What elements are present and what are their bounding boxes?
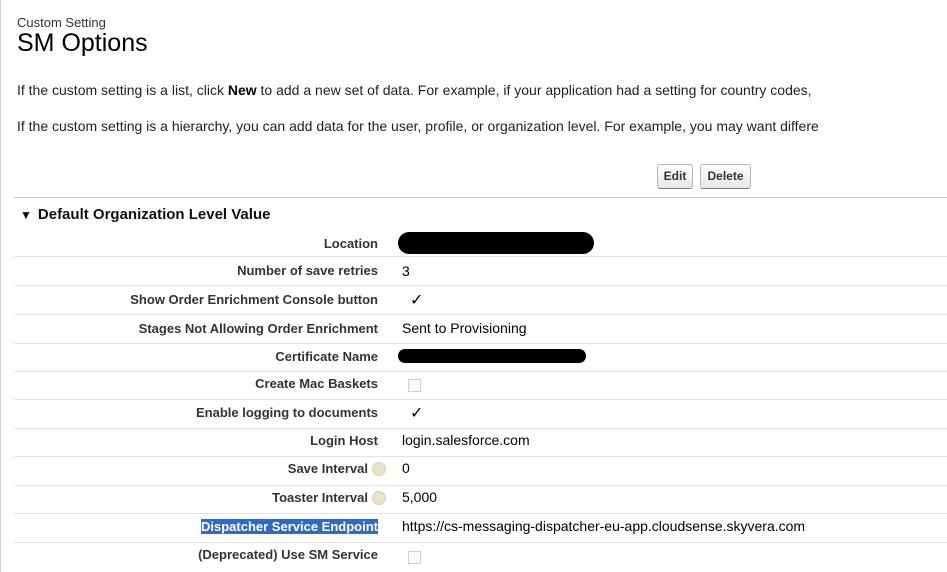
list-help-text: If the custom setting is a list, click N… bbox=[17, 82, 812, 98]
detail-row-certificate: Certificate Name bbox=[14, 344, 947, 372]
detail-row-toaster-interval: Toaster Interval 5,000 bbox=[14, 486, 947, 514]
certificate-label: Certificate Name bbox=[275, 349, 378, 364]
stages-label: Stages Not Allowing Order Enrichment bbox=[138, 321, 378, 336]
edit-button[interactable]: Edit bbox=[657, 164, 693, 189]
detail-row-logging: Enable logging to documents ✓ bbox=[14, 400, 947, 429]
detail-row-location: Location bbox=[14, 229, 947, 257]
detail-row-mac-baskets: Create Mac Baskets bbox=[14, 372, 947, 400]
logging-label: Enable logging to documents bbox=[196, 405, 378, 420]
stages-value: Sent to Provisioning bbox=[402, 320, 527, 336]
detail-row-show-console: Show Order Enrichment Console button ✓ bbox=[14, 286, 947, 315]
dispatcher-label: Dispatcher Service Endpoint bbox=[201, 519, 378, 534]
mac-baskets-label: Create Mac Baskets bbox=[255, 376, 378, 391]
save-retries-label: Number of save retries bbox=[237, 263, 378, 278]
save-interval-label-group: Save Interval bbox=[288, 461, 386, 476]
dispatcher-value: https://cs-messaging-dispatcher-eu-app.c… bbox=[402, 518, 806, 534]
detail-row-save-interval: Save Interval 0 bbox=[14, 457, 947, 486]
toaster-interval-label: Toaster Interval bbox=[272, 490, 368, 505]
detail-row-use-sm-service: (Deprecated) Use SM Service bbox=[14, 543, 947, 572]
detail-row-login-host: Login Host login.salesforce.com bbox=[14, 429, 947, 457]
collapse-triangle-icon[interactable]: ▼ bbox=[20, 208, 32, 222]
page-subtitle: Custom Setting bbox=[17, 15, 106, 30]
section-title: Default Organization Level Value bbox=[37, 206, 271, 223]
detail-row-dispatcher: Dispatcher Service Endpoint https://cs-m… bbox=[14, 514, 947, 543]
location-label: Location bbox=[323, 236, 378, 251]
save-retries-value: 3 bbox=[402, 263, 410, 279]
delete-button[interactable]: Delete bbox=[700, 164, 751, 189]
use-sm-service-checkbox bbox=[408, 551, 421, 564]
help-icon[interactable] bbox=[372, 462, 386, 476]
new-keyword: New bbox=[227, 82, 257, 98]
save-interval-label: Save Interval bbox=[287, 461, 368, 476]
use-sm-service-label: (Deprecated) Use SM Service bbox=[198, 547, 378, 562]
section-divider bbox=[14, 197, 947, 198]
hierarchy-help-text: If the custom setting is a hierarchy, yo… bbox=[17, 118, 819, 134]
certificate-redaction bbox=[398, 349, 586, 363]
login-host-label: Login Host bbox=[310, 433, 378, 448]
mac-baskets-checkbox bbox=[408, 379, 421, 392]
section-header[interactable]: ▼ Default Organization Level Value bbox=[20, 206, 270, 223]
detail-row-save-retries: Number of save retries 3 bbox=[14, 257, 947, 286]
save-interval-value: 0 bbox=[402, 460, 410, 476]
page-title: SM Options bbox=[17, 29, 148, 57]
toaster-interval-value: 5,000 bbox=[402, 489, 438, 505]
list-help-text-end: to add a new set of data. For example, i… bbox=[256, 82, 812, 98]
list-help-text-start: If the custom setting is a list, click bbox=[17, 82, 228, 98]
checkmark-icon: ✓ bbox=[410, 292, 424, 309]
location-redaction bbox=[398, 232, 594, 254]
help-icon[interactable] bbox=[372, 491, 386, 505]
login-host-value: login.salesforce.com bbox=[402, 432, 530, 448]
toaster-interval-label-group: Toaster Interval bbox=[272, 490, 386, 505]
page-left-border bbox=[0, 0, 1, 572]
checkmark-icon: ✓ bbox=[410, 405, 424, 422]
detail-row-stages: Stages Not Allowing Order Enrichment Sen… bbox=[14, 315, 947, 344]
show-console-label: Show Order Enrichment Console button bbox=[130, 292, 378, 307]
